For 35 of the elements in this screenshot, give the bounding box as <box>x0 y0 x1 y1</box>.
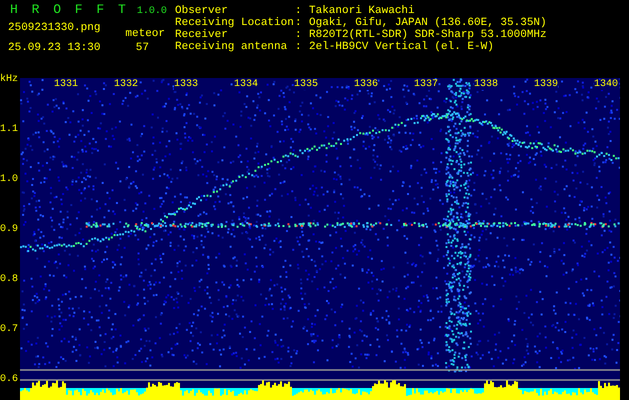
app-title: H R O F F T <box>10 2 129 18</box>
meteor-count: 57 <box>136 42 150 54</box>
version-text: 1.0.0 <box>136 6 167 18</box>
date-time-text: 25.09.23 13:30 <box>8 42 100 54</box>
x-axis-label: 1332 <box>114 80 138 90</box>
x-axis-label: 1340 <box>594 80 618 90</box>
y-axis-label: 0.8 <box>0 275 18 285</box>
y-axis-label: 1.0 <box>0 175 18 185</box>
x-axis-label: 1335 <box>294 80 318 90</box>
x-axis-label: 1334 <box>234 80 258 90</box>
x-axis-label: 1337 <box>414 80 438 90</box>
info-value: Ogaki, Gifu, JAPAN (136.60E, 35.35N) <box>309 17 547 29</box>
info-separator: : <box>295 41 303 53</box>
info-label: Receiving antenna <box>175 41 288 53</box>
y-axis-label: 0.6 <box>0 375 18 385</box>
axis-unit-label: kHz <box>0 74 18 86</box>
y-axis-label: 1.1 <box>0 125 18 135</box>
info-value: R820T2(RTL-SDR) SDR-Sharp 53.1000MHz <box>309 29 547 41</box>
info-label: Receiving Location <box>175 17 295 29</box>
x-axis-label: 1338 <box>474 80 498 90</box>
info-value: 2el-HB9CV Vertical (el. E-W) <box>309 41 494 53</box>
x-axis-label: 1336 <box>354 80 378 90</box>
meteor-label: meteor <box>125 28 165 40</box>
info-separator: : <box>295 29 303 41</box>
x-axis-label: 1339 <box>534 80 558 90</box>
y-axis-label: 0.9 <box>0 225 18 235</box>
x-axis-label: 1333 <box>174 80 198 90</box>
y-axis-label: 0.7 <box>0 325 18 335</box>
info-separator: : <box>295 5 303 17</box>
info-label: Observer <box>175 5 229 17</box>
filename-text: 2509231330.png <box>8 22 100 36</box>
info-separator: : <box>295 17 303 29</box>
info-label: Receiver <box>175 29 229 41</box>
info-value: Takanori Kawachi <box>309 5 415 17</box>
x-axis-label: 1331 <box>54 80 78 90</box>
